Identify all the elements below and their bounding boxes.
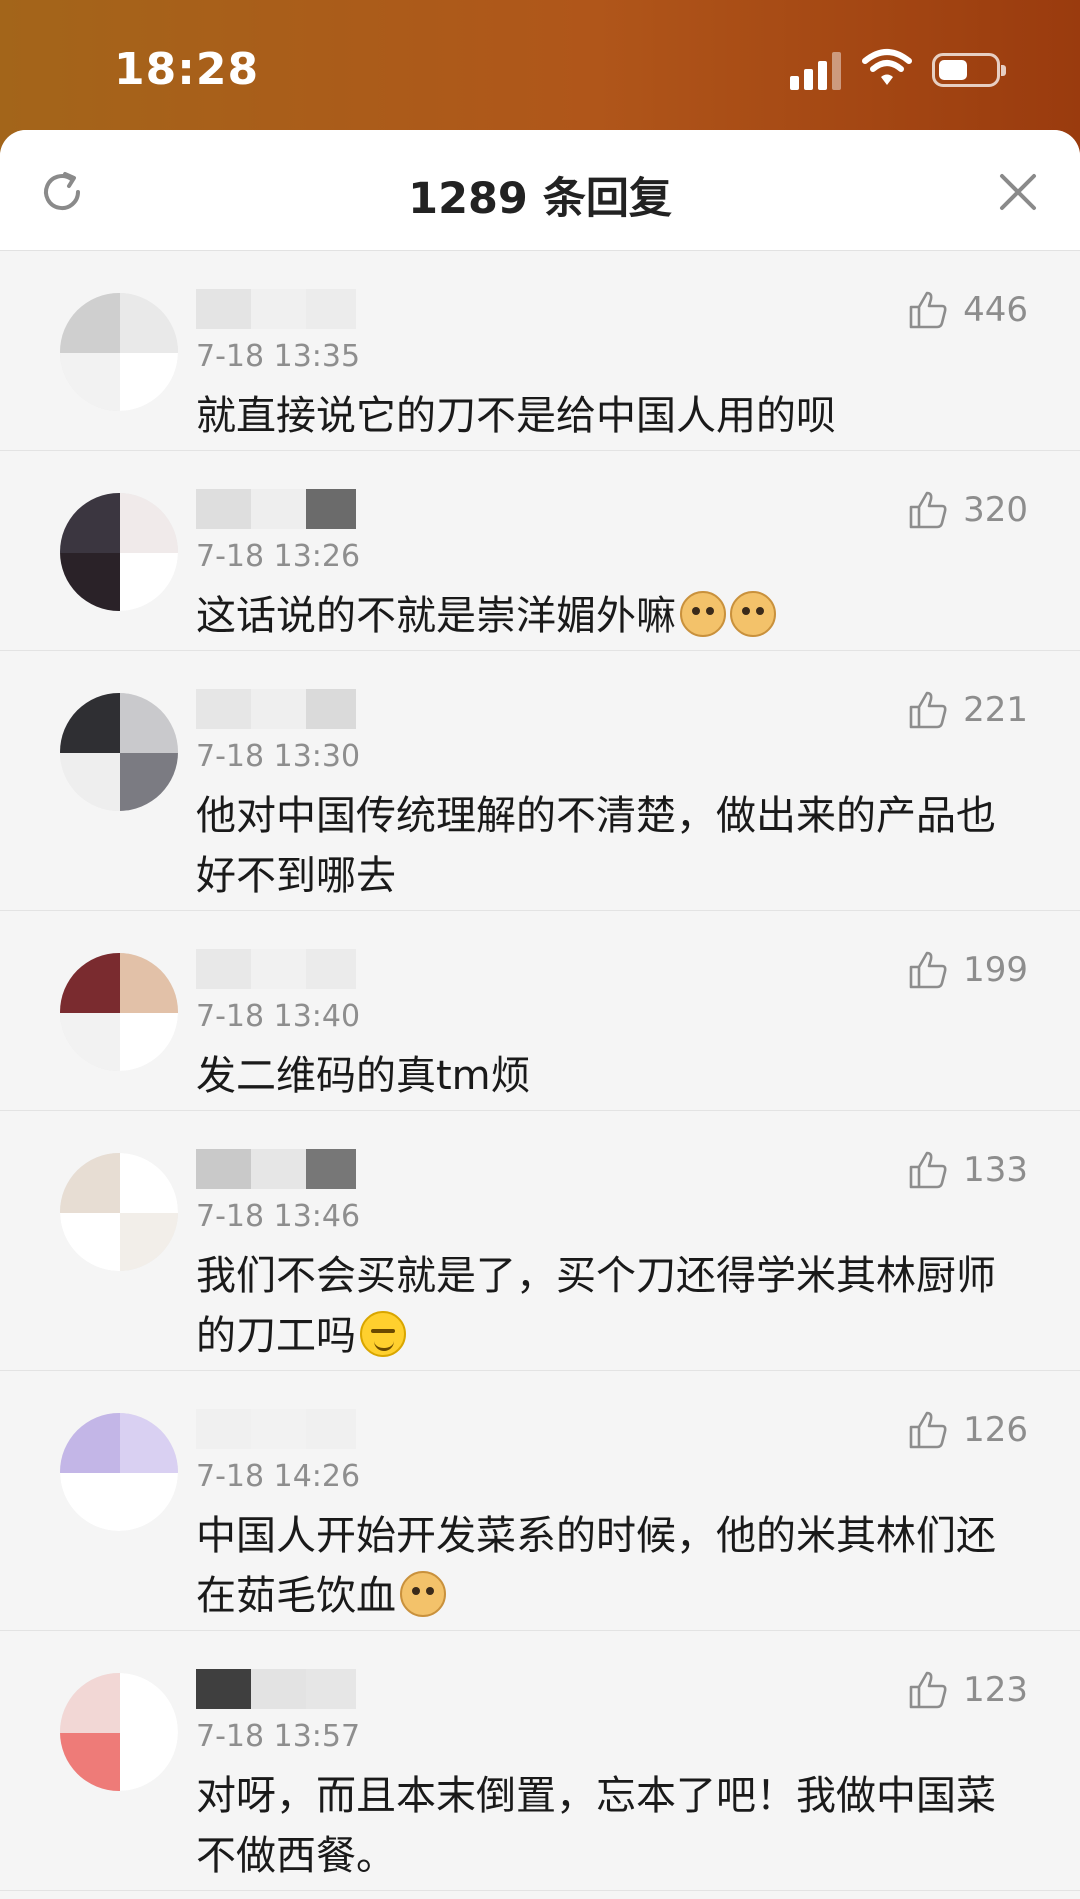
wifi-icon	[862, 49, 912, 85]
status-time: 18:28	[114, 44, 260, 95]
username-pixelated[interactable]	[196, 1149, 356, 1195]
comment-item[interactable]: 221 7-18 13:30 他对中国传统理解的不清楚，做出来的产品也好不到哪去	[0, 651, 1080, 911]
thumbs-up-icon	[909, 1411, 947, 1449]
status-bar: 18:28	[0, 0, 1080, 130]
comment-date: 7-18 13:35	[196, 339, 361, 374]
replies-count-title: 1289 条回复	[408, 174, 672, 224]
replies-sheet: 1289 条回复 446 7-18 13:35 就直接说它的刀不是给中国人用的呗	[0, 130, 1080, 1899]
like-button[interactable]: 126	[907, 1409, 1028, 1451]
close-icon[interactable]	[996, 170, 1040, 214]
thumbs-up-icon	[909, 491, 947, 529]
comment-item[interactable]: 320 7-18 13:26 这话说的不就是崇洋媚外嘛	[0, 451, 1080, 651]
avatar[interactable]	[60, 1673, 178, 1791]
thumbs-up-icon	[909, 1151, 947, 1189]
avatar[interactable]	[60, 293, 178, 411]
avatar[interactable]	[60, 1413, 178, 1531]
username-pixelated[interactable]	[196, 1669, 356, 1715]
comment-date: 7-18 13:30	[196, 739, 361, 774]
username-pixelated[interactable]	[196, 489, 356, 535]
username-pixelated[interactable]	[196, 1409, 356, 1455]
comment-item[interactable]: 123 7-18 13:57 对呀，而且本末倒置，忘本了吧！我做中国菜不做西餐。	[0, 1631, 1080, 1891]
like-button[interactable]: 446	[907, 289, 1028, 331]
thumbs-up-icon	[909, 1671, 947, 1709]
like-button[interactable]: 199	[907, 949, 1028, 991]
like-count: 123	[963, 1670, 1028, 1710]
like-count: 221	[963, 690, 1028, 730]
username-pixelated[interactable]	[196, 689, 356, 735]
like-button[interactable]: 123	[907, 1669, 1028, 1711]
comment-list: 446 7-18 13:35 就直接说它的刀不是给中国人用的呗 320 7-18…	[0, 251, 1080, 1891]
comment-item[interactable]: 126 7-18 14:26 中国人开始开发菜系的时候，他的米其林们还在茹毛饮血	[0, 1371, 1080, 1631]
like-count: 320	[963, 490, 1028, 530]
avatar[interactable]	[60, 693, 178, 811]
avatar[interactable]	[60, 1153, 178, 1271]
doge-emoji	[680, 591, 726, 637]
thumbs-up-icon	[909, 951, 947, 989]
like-count: 199	[963, 950, 1028, 990]
username-pixelated[interactable]	[196, 949, 356, 995]
sleepy-emoji	[360, 1311, 406, 1357]
comment-date: 7-18 13:57	[196, 1719, 361, 1754]
like-button[interactable]: 221	[907, 689, 1028, 731]
sheet-header: 1289 条回复	[0, 130, 1080, 251]
thumbs-up-icon	[909, 291, 947, 329]
thumbs-up-icon	[909, 691, 947, 729]
comment-item[interactable]: 199 7-18 13:40 发二维码的真tm烦	[0, 911, 1080, 1111]
like-count: 446	[963, 290, 1028, 330]
doge-emoji	[400, 1571, 446, 1617]
comment-date: 7-18 13:46	[196, 1199, 361, 1234]
doge-emoji	[730, 591, 776, 637]
comment-item[interactable]: 446 7-18 13:35 就直接说它的刀不是给中国人用的呗	[0, 251, 1080, 451]
battery-icon	[932, 53, 1006, 87]
comment-date: 7-18 13:26	[196, 539, 361, 574]
like-button[interactable]: 320	[907, 489, 1028, 531]
like-count: 133	[963, 1150, 1028, 1190]
comment-date: 7-18 13:40	[196, 999, 361, 1034]
username-pixelated[interactable]	[196, 289, 356, 335]
avatar[interactable]	[60, 953, 178, 1071]
comment-item[interactable]: 133 7-18 13:46 我们不会买就是了，买个刀还得学米其林厨师的刀工吗	[0, 1111, 1080, 1371]
cellular-signal-icon	[790, 52, 844, 90]
avatar[interactable]	[60, 493, 178, 611]
like-count: 126	[963, 1410, 1028, 1450]
like-button[interactable]: 133	[907, 1149, 1028, 1191]
comment-date: 7-18 14:26	[196, 1459, 361, 1494]
